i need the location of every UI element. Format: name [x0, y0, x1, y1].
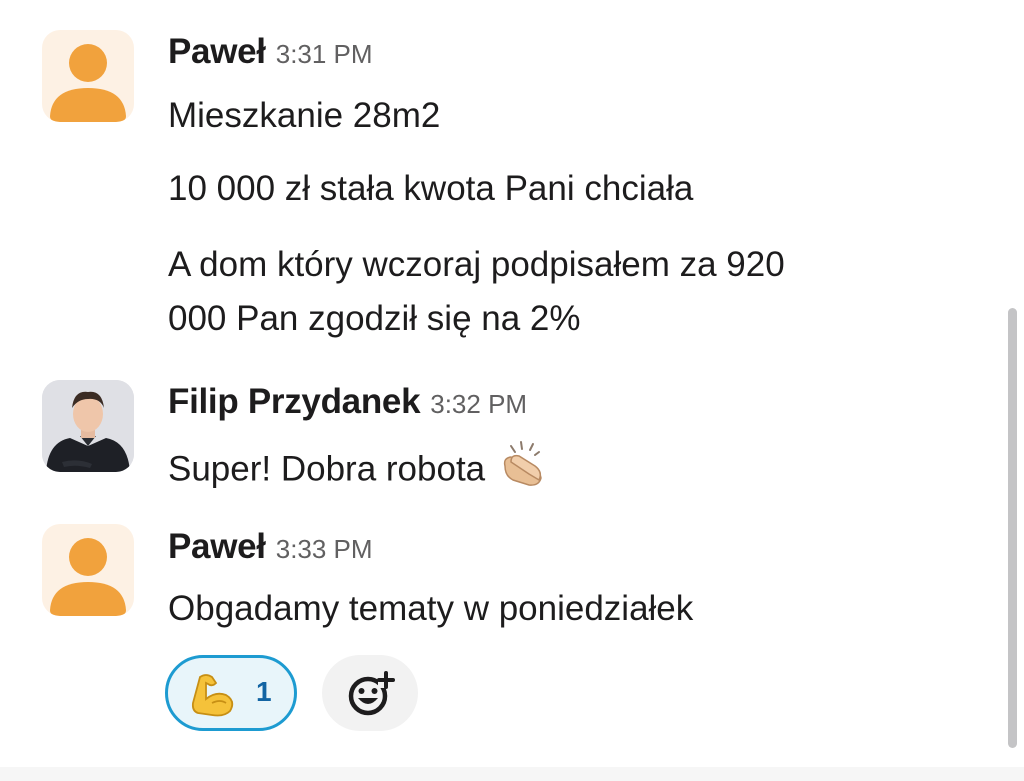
reaction-pill[interactable]: 1	[165, 655, 297, 731]
scrollbar[interactable]	[1008, 308, 1017, 748]
avatar[interactable]	[42, 524, 134, 616]
chat-canvas: Paweł 3:31 PM Mieszkanie 28m2 10 000 zł s…	[0, 0, 1024, 781]
timestamp[interactable]: 3:31 PM	[276, 39, 373, 69]
add-reaction-button[interactable]	[322, 655, 418, 731]
message-header: Paweł 3:33 PM	[168, 527, 373, 567]
message-text: 10 000 zł stała kwota Pani chciała	[168, 169, 694, 208]
message-text: Mieszkanie 28m2	[168, 96, 441, 135]
default-user-avatar-icon	[50, 538, 126, 616]
message-text: A dom który wczoraj podpisałem za 920	[168, 245, 785, 284]
author-name[interactable]: Paweł	[168, 32, 266, 71]
message-text-row: Super! Dobra robota	[168, 440, 549, 502]
message-text: Obgadamy tematy w poniedziałek	[168, 589, 694, 628]
message-text: 000 Pan zgodził się na 2%	[168, 299, 581, 338]
avatar[interactable]	[42, 30, 134, 122]
message-header: Paweł 3:31 PM	[168, 32, 373, 72]
reaction-count: 1	[256, 676, 272, 707]
author-name[interactable]: Paweł	[168, 527, 266, 566]
message-header: Filip Przydanek 3:32 PM	[168, 382, 527, 422]
bottom-divider	[0, 767, 1024, 781]
timestamp[interactable]: 3:33 PM	[276, 534, 373, 564]
author-name[interactable]: Filip Przydanek	[168, 382, 421, 421]
add-emoji-icon	[348, 671, 395, 716]
default-user-avatar-icon	[50, 44, 126, 122]
timestamp[interactable]: 3:32 PM	[430, 389, 527, 419]
flexed-biceps-icon	[190, 671, 238, 722]
user-photo-avatar-icon	[42, 380, 134, 472]
clapping-hands-icon	[499, 440, 549, 502]
avatar[interactable]	[42, 380, 134, 472]
message-text: Super! Dobra robota	[168, 449, 486, 489]
